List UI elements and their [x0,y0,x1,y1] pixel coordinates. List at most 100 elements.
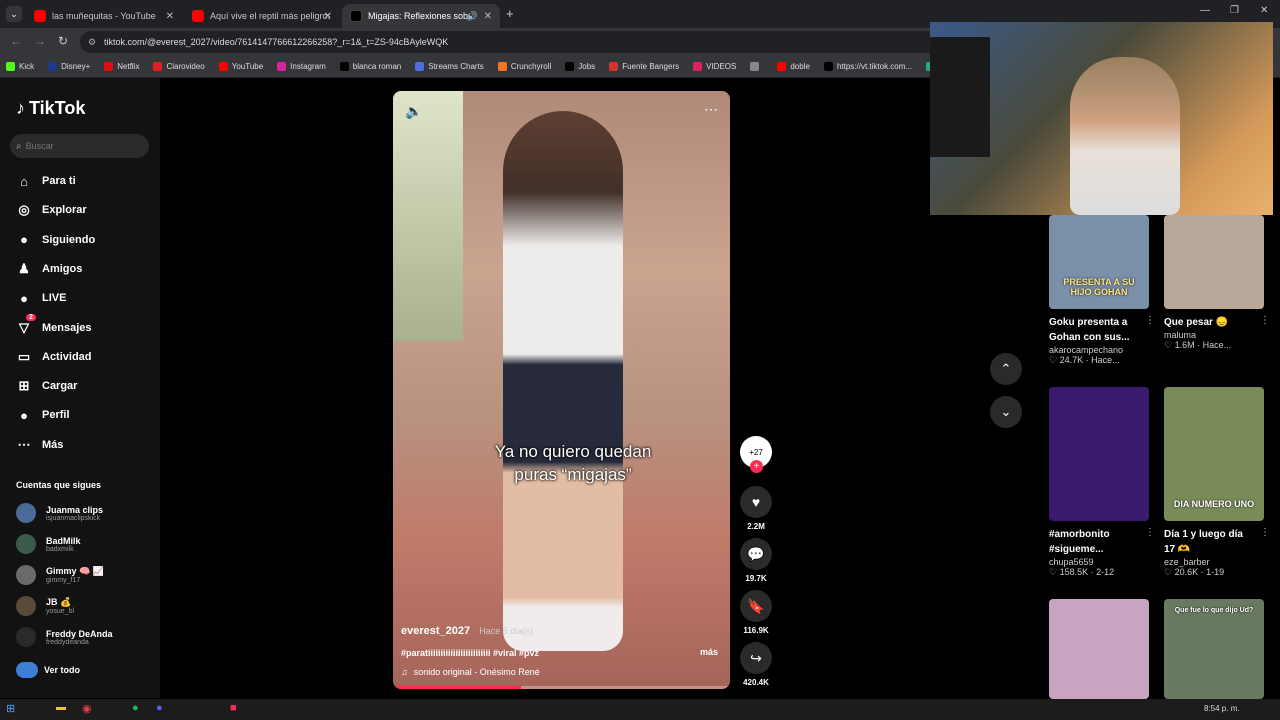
tiktok-taskbar-icon[interactable]: ■ [230,702,237,714]
site-info-icon[interactable]: ⚙ [88,31,96,53]
video-player[interactable]: 🔈 ⋯ Ya no quiero quedan puras “migajas” … [393,91,730,689]
sidebar-item-más[interactable]: ⋯ Más [16,437,64,453]
bookmark-item[interactable]: Netflix [104,62,139,71]
bookmark-favicon-icon [750,62,760,71]
close-window-icon[interactable]: ✕ [1260,5,1268,16]
card-more-icon[interactable]: ⋮ [1260,315,1270,326]
video-thumbnail[interactable] [1049,599,1149,699]
discord-icon[interactable]: ● [156,702,163,714]
chrome-icon[interactable]: ◉ [82,702,92,715]
sidebar-item-live[interactable]: ● LIVE [16,290,66,306]
card-more-icon[interactable]: ⋮ [1145,315,1155,326]
followed-account[interactable]: BadMilk badxmilk [16,534,81,554]
windows-start-icon[interactable]: ⊞ [6,702,15,715]
like-button[interactable]: ♥ 2.2M [740,486,772,531]
followed-account[interactable]: Gimmy 🧠 📈 gimmy_f17 [16,565,104,585]
thumbnail-text: Que fue lo que dijo Ud? [1174,607,1254,614]
video-thumbnail[interactable]: PRESENTA A SU HIJO GOHAN [1049,215,1149,309]
save-button[interactable]: 🔖 116.9K [740,590,772,635]
bookmark-item[interactable]: Fuente Bangers [609,62,679,71]
share-button[interactable]: ↪ 420.4K [740,642,772,687]
url-field[interactable]: ⚙ tiktok.com/@everest_2027/video/7614147… [80,31,940,53]
bookmark-item[interactable]: https://vt.tiktok.com... [823,62,912,71]
card-title[interactable]: #amorbonito #sigueme... [1049,527,1137,557]
bookmark-item[interactable]: Clarovideo [153,62,205,71]
tab-list-icon[interactable]: ⌄ [6,6,22,22]
video-card[interactable]: Que fue lo que dijo Ud? [1164,599,1264,699]
video-thumbnail[interactable]: Que fue lo que dijo Ud? [1164,599,1264,699]
minimize-icon[interactable]: — [1200,5,1210,16]
sidebar-item-perfil[interactable]: ● Perfil [16,407,69,423]
video-card[interactable]: Que pesar 😞 ⋮ maluma ♡ 1.6M · Hace... [1164,215,1270,351]
author-name[interactable]: everest_2027 [401,625,470,637]
bookmark-item[interactable]: Crunchyroll [497,62,551,71]
folder-icon[interactable]: ▬ [56,702,66,713]
creator-avatar-button[interactable]: +27 + [740,436,772,473]
spotify-icon[interactable]: ● [132,702,139,714]
followed-account[interactable]: Freddy DeAnda freddydeanda [16,627,113,647]
card-user[interactable]: chupa5659 [1049,557,1149,567]
forward-icon[interactable]: → [34,34,46,48]
sidebar-item-actividad[interactable]: ▭ Actividad [16,349,92,365]
tab-youtube-1[interactable]: las muñequitas - YouTube ✕ [26,4,182,28]
reload-icon[interactable]: ↻ [58,34,68,48]
bookmark-item[interactable]: Streams Charts [415,62,484,71]
video-hashtags[interactable]: #paratiiiiiiiiiiiiiiiiiiiiiiiii #viral #… [401,648,539,658]
card-user[interactable]: eze_barber [1164,557,1264,567]
search-box[interactable]: ⌕ [10,134,149,158]
card-more-icon[interactable]: ⋮ [1260,527,1270,538]
close-tab-icon[interactable]: ✕ [324,11,332,22]
card-more-icon[interactable]: ⋮ [1145,527,1155,538]
bookmark-item[interactable] [750,62,763,71]
bookmark-item[interactable]: blanca roman [339,62,401,71]
search-input[interactable] [25,141,136,151]
heart-outline-icon: ♡ [1164,340,1175,350]
follow-plus-icon[interactable]: + [750,460,763,473]
close-tab-icon[interactable]: ✕ [484,11,492,22]
tiktok-logo[interactable]: ♪ TikTok [16,98,85,119]
restore-icon[interactable]: ❐ [1230,5,1239,16]
more-options-icon[interactable]: ⋯ [704,101,718,118]
video-thumbnail[interactable] [1164,215,1264,309]
video-thumbnail[interactable]: DIA NUMERO UNO [1164,387,1264,521]
tab-youtube-2[interactable]: Aquí vive el reptil más peligroso ✕ [184,4,340,28]
bookmark-item[interactable]: Kick [6,62,34,71]
back-icon[interactable]: ← [10,34,22,48]
card-title[interactable]: Que pesar 😞 [1164,315,1252,330]
video-card[interactable]: #amorbonito #sigueme... ⋮ chupa5659 ♡ 15… [1049,387,1155,578]
bookmark-item[interactable]: Instagram [277,62,326,71]
followed-account[interactable]: JB 💰 yosue_bl [16,596,74,616]
bookmark-item[interactable]: Disney+ [48,62,90,71]
bookmark-item[interactable]: doble [777,62,810,71]
card-title[interactable]: Goku presenta a Gohan con sus... [1049,315,1137,345]
next-video-button[interactable]: ⌄ [990,396,1022,428]
video-card[interactable]: PRESENTA A SU HIJO GOHAN Goku presenta a… [1049,215,1155,366]
bookmark-item[interactable]: Jobs [565,62,595,71]
video-thumbnail[interactable] [1049,387,1149,521]
video-card[interactable] [1049,599,1149,699]
sidebar-item-siguiendo[interactable]: ● Siguiendo [16,232,95,248]
card-title[interactable]: Día 1 y luego día 17 🫶 [1164,527,1252,557]
sound-row[interactable]: ♫ sonido original - Onésimo René [401,667,540,677]
comment-button[interactable]: 💬 19.7K [740,538,772,583]
video-card[interactable]: DIA NUMERO UNO Día 1 y luego día 17 🫶 ⋮ … [1164,387,1270,578]
card-user[interactable]: maluma [1164,330,1264,340]
sidebar-item-cargar[interactable]: ⊞ Cargar [16,378,78,394]
prev-video-button[interactable]: ⌃ [990,353,1022,385]
sidebar-item-explorar[interactable]: ◎ Explorar [16,202,86,218]
more-link[interactable]: más [700,647,718,657]
close-tab-icon[interactable]: ✕ [166,11,174,22]
sidebar-item-para-ti[interactable]: ⌂ Para ti [16,173,76,189]
sidebar-item-amigos[interactable]: ♟ Amigos [16,261,82,277]
speaker-icon[interactable]: 🔊 [467,11,478,22]
volume-icon[interactable]: 🔈 [405,103,422,120]
bookmark-item[interactable]: VIDEOS [693,62,736,71]
see-all-link[interactable]: Ver todo [16,662,80,678]
sidebar-item-mensajes[interactable]: ▽ Mensajes 2 [16,313,92,336]
followed-account[interactable]: Juanma clips isjuanmaclipskick [16,503,103,523]
new-tab-icon[interactable]: + [506,6,514,21]
bookmark-item[interactable]: YouTube [218,62,263,71]
tab-tiktok[interactable]: Migajas: Reflexiones sobre 🔊 ✕ [342,4,500,28]
card-user[interactable]: akarocampechano [1049,345,1149,355]
progress-track[interactable] [393,686,730,689]
